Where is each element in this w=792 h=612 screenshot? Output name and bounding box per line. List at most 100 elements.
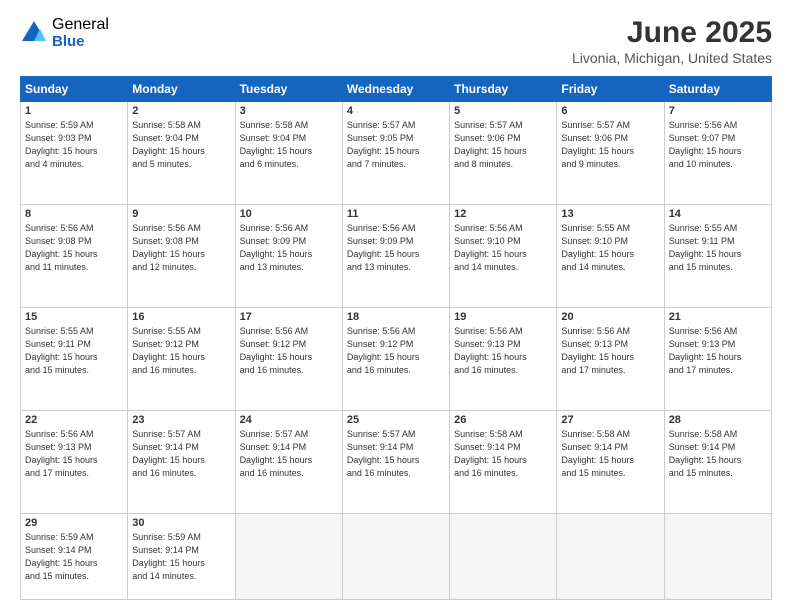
page: General Blue June 2025 Livonia, Michigan… (0, 0, 792, 612)
calendar-week-0: 1 Sunrise: 5:59 AM Sunset: 9:03 PM Daylig… (21, 102, 772, 205)
calendar-cell: 22 Sunrise: 5:56 AM Sunset: 9:13 PM Dayli… (21, 411, 128, 514)
calendar-cell: 17 Sunrise: 5:56 AM Sunset: 9:12 PM Dayli… (235, 308, 342, 411)
calendar-cell: 2 Sunrise: 5:58 AM Sunset: 9:04 PM Daylig… (128, 102, 235, 205)
calendar-cell: 7 Sunrise: 5:56 AM Sunset: 9:07 PM Daylig… (664, 102, 771, 205)
day-info: Sunrise: 5:55 AM Sunset: 9:12 PM Dayligh… (132, 325, 230, 377)
day-info: Sunrise: 5:57 AM Sunset: 9:06 PM Dayligh… (561, 119, 659, 171)
calendar-week-3: 22 Sunrise: 5:56 AM Sunset: 9:13 PM Dayli… (21, 411, 772, 514)
day-info: Sunrise: 5:57 AM Sunset: 9:14 PM Dayligh… (132, 428, 230, 480)
day-number: 24 (240, 414, 338, 426)
day-number: 26 (454, 414, 552, 426)
calendar-cell: 23 Sunrise: 5:57 AM Sunset: 9:14 PM Dayli… (128, 411, 235, 514)
day-info: Sunrise: 5:56 AM Sunset: 9:08 PM Dayligh… (132, 222, 230, 274)
day-info: Sunrise: 5:56 AM Sunset: 9:09 PM Dayligh… (347, 222, 445, 274)
day-info: Sunrise: 5:56 AM Sunset: 9:12 PM Dayligh… (240, 325, 338, 377)
day-info: Sunrise: 5:58 AM Sunset: 9:14 PM Dayligh… (561, 428, 659, 480)
calendar-cell: 3 Sunrise: 5:58 AM Sunset: 9:04 PM Daylig… (235, 102, 342, 205)
day-info: Sunrise: 5:56 AM Sunset: 9:09 PM Dayligh… (240, 222, 338, 274)
calendar-cell: 18 Sunrise: 5:56 AM Sunset: 9:12 PM Dayli… (342, 308, 449, 411)
day-number: 28 (669, 414, 767, 426)
calendar-cell: 6 Sunrise: 5:57 AM Sunset: 9:06 PM Daylig… (557, 102, 664, 205)
col-header-friday: Friday (557, 77, 664, 102)
calendar-table: SundayMondayTuesdayWednesdayThursdayFrid… (20, 76, 772, 600)
logo-icon (20, 19, 48, 47)
day-info: Sunrise: 5:55 AM Sunset: 9:11 PM Dayligh… (669, 222, 767, 274)
calendar-cell: 19Sunrise: 5:56 AM Sunset: 9:13 PM Dayli… (450, 308, 557, 411)
calendar-cell: 10 Sunrise: 5:56 AM Sunset: 9:09 PM Dayli… (235, 205, 342, 308)
calendar-cell: 21 Sunrise: 5:56 AM Sunset: 9:13 PM Dayli… (664, 308, 771, 411)
day-number: 7 (669, 105, 767, 117)
calendar-cell: 9 Sunrise: 5:56 AM Sunset: 9:08 PM Daylig… (128, 205, 235, 308)
day-info: Sunrise: 5:56 AM Sunset: 9:13 PM Dayligh… (25, 428, 123, 480)
location: Livonia, Michigan, United States (572, 50, 772, 66)
title-block: June 2025 Livonia, Michigan, United Stat… (572, 16, 772, 66)
col-header-sunday: Sunday (21, 77, 128, 102)
calendar-cell: 24 Sunrise: 5:57 AM Sunset: 9:14 PM Dayli… (235, 411, 342, 514)
day-number: 22 (25, 414, 123, 426)
calendar-week-4: 29 Sunrise: 5:59 AM Sunset: 9:14 PM Dayli… (21, 514, 772, 600)
day-info: Sunrise: 5:58 AM Sunset: 9:04 PM Dayligh… (240, 119, 338, 171)
day-number: 1 (25, 105, 123, 117)
day-number: 11 (347, 208, 445, 220)
day-number: 4 (347, 105, 445, 117)
day-number: 27 (561, 414, 659, 426)
calendar-cell (450, 514, 557, 600)
logo-blue: Blue (52, 34, 109, 51)
day-info: Sunrise: 5:56 AM Sunset: 9:10 PM Dayligh… (454, 222, 552, 274)
day-number: 10 (240, 208, 338, 220)
calendar-cell: 4 Sunrise: 5:57 AM Sunset: 9:05 PM Daylig… (342, 102, 449, 205)
calendar-cell: 27 Sunrise: 5:58 AM Sunset: 9:14 PM Dayli… (557, 411, 664, 514)
calendar-week-2: 15 Sunrise: 5:55 AM Sunset: 9:11 PM Dayli… (21, 308, 772, 411)
day-number: 15 (25, 311, 123, 323)
col-header-saturday: Saturday (664, 77, 771, 102)
day-info: Sunrise: 5:55 AM Sunset: 9:11 PM Dayligh… (25, 325, 123, 377)
day-info: Sunrise: 5:58 AM Sunset: 9:14 PM Dayligh… (669, 428, 767, 480)
day-number: 29 (25, 517, 123, 529)
day-number: 13 (561, 208, 659, 220)
header: General Blue June 2025 Livonia, Michigan… (20, 16, 772, 66)
day-info: Sunrise: 5:57 AM Sunset: 9:14 PM Dayligh… (240, 428, 338, 480)
calendar-cell: 28 Sunrise: 5:58 AM Sunset: 9:14 PM Dayli… (664, 411, 771, 514)
day-info: Sunrise: 5:59 AM Sunset: 9:03 PM Dayligh… (25, 119, 123, 171)
calendar-header-row: SundayMondayTuesdayWednesdayThursdayFrid… (21, 77, 772, 102)
calendar-cell: 5Sunrise: 5:57 AM Sunset: 9:06 PM Daylig… (450, 102, 557, 205)
calendar-cell (664, 514, 771, 600)
day-info: Sunrise: 5:55 AM Sunset: 9:10 PM Dayligh… (561, 222, 659, 274)
day-info: Sunrise: 5:57 AM Sunset: 9:06 PM Dayligh… (454, 119, 552, 171)
month-title: June 2025 (572, 16, 772, 50)
day-number: 23 (132, 414, 230, 426)
day-info: Sunrise: 5:56 AM Sunset: 9:13 PM Dayligh… (561, 325, 659, 377)
calendar-cell (557, 514, 664, 600)
day-number: 2 (132, 105, 230, 117)
day-info: Sunrise: 5:56 AM Sunset: 9:12 PM Dayligh… (347, 325, 445, 377)
calendar-cell: 8 Sunrise: 5:56 AM Sunset: 9:08 PM Daylig… (21, 205, 128, 308)
day-info: Sunrise: 5:56 AM Sunset: 9:07 PM Dayligh… (669, 119, 767, 171)
day-number: 14 (669, 208, 767, 220)
day-number: 20 (561, 311, 659, 323)
day-info: Sunrise: 5:58 AM Sunset: 9:04 PM Dayligh… (132, 119, 230, 171)
day-number: 6 (561, 105, 659, 117)
day-number: 9 (132, 208, 230, 220)
day-number: 8 (25, 208, 123, 220)
day-info: Sunrise: 5:57 AM Sunset: 9:05 PM Dayligh… (347, 119, 445, 171)
logo-text: General Blue (52, 16, 109, 50)
calendar-cell (342, 514, 449, 600)
col-header-thursday: Thursday (450, 77, 557, 102)
day-info: Sunrise: 5:56 AM Sunset: 9:08 PM Dayligh… (25, 222, 123, 274)
day-info: Sunrise: 5:56 AM Sunset: 9:13 PM Dayligh… (669, 325, 767, 377)
calendar-cell: 13 Sunrise: 5:55 AM Sunset: 9:10 PM Dayli… (557, 205, 664, 308)
day-info: Sunrise: 5:59 AM Sunset: 9:14 PM Dayligh… (25, 531, 123, 583)
calendar-week-1: 8 Sunrise: 5:56 AM Sunset: 9:08 PM Daylig… (21, 205, 772, 308)
calendar-cell: 1 Sunrise: 5:59 AM Sunset: 9:03 PM Daylig… (21, 102, 128, 205)
calendar-cell: 14 Sunrise: 5:55 AM Sunset: 9:11 PM Dayli… (664, 205, 771, 308)
day-number: 30 (132, 517, 230, 529)
day-number: 21 (669, 311, 767, 323)
day-number: 17 (240, 311, 338, 323)
calendar-cell: 25Sunrise: 5:57 AM Sunset: 9:14 PM Dayli… (342, 411, 449, 514)
day-number: 18 (347, 311, 445, 323)
col-header-monday: Monday (128, 77, 235, 102)
day-number: 3 (240, 105, 338, 117)
calendar-cell: 26Sunrise: 5:58 AM Sunset: 9:14 PM Dayli… (450, 411, 557, 514)
day-info: Sunrise: 5:57 AM Sunset: 9:14 PM Dayligh… (347, 428, 445, 480)
calendar-cell: 16Sunrise: 5:55 AM Sunset: 9:12 PM Dayli… (128, 308, 235, 411)
